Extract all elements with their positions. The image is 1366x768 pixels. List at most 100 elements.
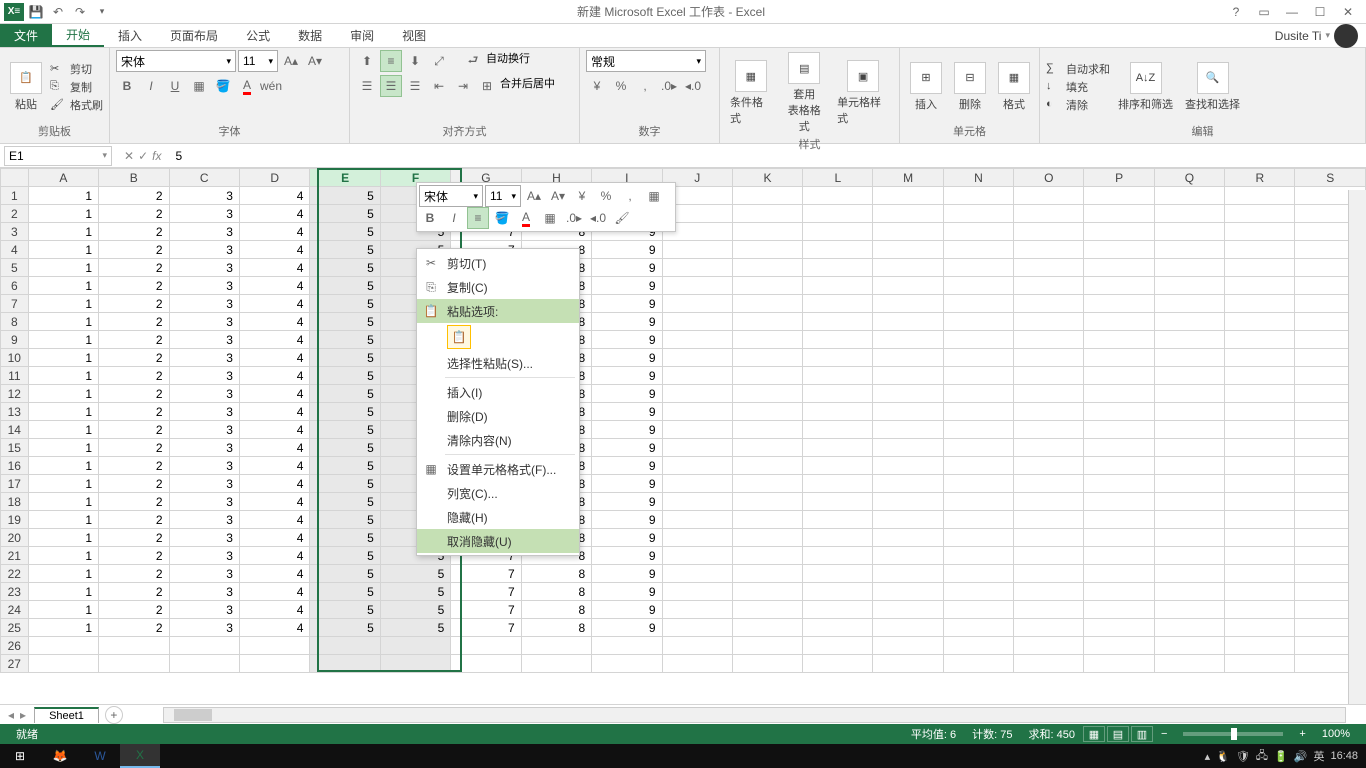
align-middle-icon[interactable]: ≡ — [380, 50, 402, 72]
cell[interactable]: 4 — [239, 349, 309, 367]
mini-decrease-font-icon[interactable]: A▾ — [547, 185, 569, 207]
align-top-icon[interactable]: ⬆ — [356, 50, 378, 72]
cell[interactable] — [1225, 205, 1295, 223]
cell[interactable] — [1154, 223, 1224, 241]
cell[interactable] — [662, 511, 732, 529]
cell[interactable] — [732, 385, 802, 403]
row-header[interactable]: 7 — [1, 295, 29, 313]
align-center-icon[interactable]: ☰ — [380, 75, 402, 97]
cell-styles-button[interactable]: ▣单元格样式 — [833, 58, 893, 128]
comma-icon[interactable]: , — [634, 75, 656, 97]
cell[interactable]: 4 — [239, 205, 309, 223]
cell[interactable] — [239, 637, 309, 655]
mini-format-painter-icon[interactable]: 🖌 — [611, 207, 633, 229]
cell[interactable]: 5 — [380, 601, 450, 619]
cell[interactable] — [662, 313, 732, 331]
cell[interactable] — [873, 547, 943, 565]
paste-button[interactable]: 📋 粘贴 — [6, 60, 46, 114]
cell[interactable]: 8 — [521, 601, 591, 619]
cell[interactable] — [873, 493, 943, 511]
cell[interactable] — [662, 637, 732, 655]
cell[interactable] — [1154, 331, 1224, 349]
row-header[interactable]: 15 — [1, 439, 29, 457]
cell[interactable]: 2 — [99, 277, 169, 295]
cell[interactable] — [803, 367, 873, 385]
cell[interactable]: 3 — [169, 295, 239, 313]
cell[interactable] — [943, 637, 1013, 655]
cell[interactable] — [803, 385, 873, 403]
undo-icon[interactable]: ↶ — [48, 2, 68, 22]
cell[interactable] — [1154, 241, 1224, 259]
cell[interactable] — [1154, 421, 1224, 439]
sheet-tab[interactable]: Sheet1 — [34, 707, 99, 723]
cell[interactable] — [1154, 439, 1224, 457]
cell[interactable]: 5 — [310, 295, 380, 313]
view-layout-icon[interactable]: ▤ — [1107, 726, 1129, 742]
cell[interactable]: 5 — [380, 619, 450, 637]
cell[interactable]: 2 — [99, 493, 169, 511]
cell[interactable]: 4 — [239, 457, 309, 475]
cell[interactable] — [1084, 421, 1154, 439]
cell[interactable] — [662, 403, 732, 421]
cell[interactable]: 9 — [592, 313, 662, 331]
cell[interactable]: 4 — [239, 331, 309, 349]
cell[interactable]: 3 — [169, 583, 239, 601]
cell[interactable] — [943, 277, 1013, 295]
ctx-unhide[interactable]: 取消隐藏(U) — [417, 529, 579, 553]
taskbar-excel[interactable]: X — [120, 744, 160, 768]
cell[interactable] — [1084, 529, 1154, 547]
cell[interactable] — [1014, 619, 1084, 637]
cell[interactable] — [1154, 601, 1224, 619]
cell[interactable]: 2 — [99, 457, 169, 475]
sheet-grid[interactable]: ABCDEFGHIJKLMNOPQRS112345578921234557893… — [0, 168, 1366, 704]
cell[interactable] — [1014, 457, 1084, 475]
cell[interactable] — [1014, 223, 1084, 241]
maximize-icon[interactable]: ☐ — [1310, 5, 1330, 19]
cell[interactable] — [1014, 367, 1084, 385]
cell[interactable]: 5 — [310, 439, 380, 457]
cell[interactable]: 4 — [239, 565, 309, 583]
cell[interactable] — [943, 385, 1013, 403]
row-header[interactable]: 9 — [1, 331, 29, 349]
cell[interactable] — [1225, 421, 1295, 439]
cell[interactable]: 5 — [310, 349, 380, 367]
cell[interactable] — [1225, 583, 1295, 601]
mini-bold-icon[interactable]: B — [419, 207, 441, 229]
cell[interactable] — [1084, 475, 1154, 493]
cell[interactable] — [310, 637, 380, 655]
cell[interactable]: 5 — [310, 313, 380, 331]
mini-border-icon[interactable]: ▦ — [643, 185, 665, 207]
tab-data[interactable]: 数据 — [284, 24, 336, 47]
cell[interactable] — [873, 295, 943, 313]
cell[interactable]: 1 — [28, 367, 98, 385]
sheet-nav-prev-icon[interactable]: ◂ — [8, 708, 14, 722]
cell[interactable] — [1014, 241, 1084, 259]
cell[interactable] — [873, 367, 943, 385]
cell[interactable] — [803, 529, 873, 547]
col-header-L[interactable]: L — [803, 169, 873, 187]
cell[interactable] — [732, 565, 802, 583]
cell[interactable]: 5 — [310, 205, 380, 223]
cell[interactable] — [380, 655, 450, 673]
cell[interactable]: 4 — [239, 511, 309, 529]
cell[interactable] — [873, 421, 943, 439]
cell[interactable] — [1014, 583, 1084, 601]
increase-indent-icon[interactable]: ⇥ — [452, 75, 474, 97]
cell[interactable]: 2 — [99, 421, 169, 439]
cell[interactable]: 1 — [28, 529, 98, 547]
cell[interactable] — [943, 403, 1013, 421]
cell[interactable] — [943, 583, 1013, 601]
cell[interactable] — [169, 655, 239, 673]
cell[interactable] — [1225, 511, 1295, 529]
cell[interactable] — [1084, 223, 1154, 241]
cell[interactable] — [803, 259, 873, 277]
cell[interactable]: 9 — [592, 259, 662, 277]
cell[interactable] — [99, 637, 169, 655]
cell[interactable]: 1 — [28, 313, 98, 331]
tray-battery-icon[interactable]: 🔋 — [1274, 750, 1288, 763]
cell[interactable]: 3 — [169, 439, 239, 457]
cell[interactable]: 3 — [169, 493, 239, 511]
cell[interactable] — [1225, 529, 1295, 547]
cell[interactable] — [1084, 277, 1154, 295]
decrease-indent-icon[interactable]: ⇤ — [428, 75, 450, 97]
